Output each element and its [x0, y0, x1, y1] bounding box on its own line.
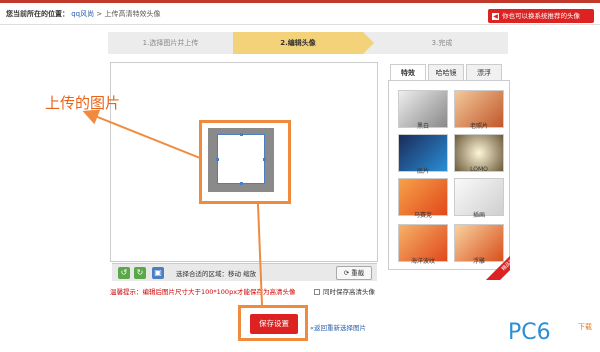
annotation-arrows [82, 109, 263, 306]
arrow-to-save-button [257, 203, 263, 306]
pc6-logo-sub: 下载 [578, 323, 592, 331]
pc6-logo: PC6 [508, 320, 551, 345]
arrow-to-uploaded-image [82, 109, 201, 159]
